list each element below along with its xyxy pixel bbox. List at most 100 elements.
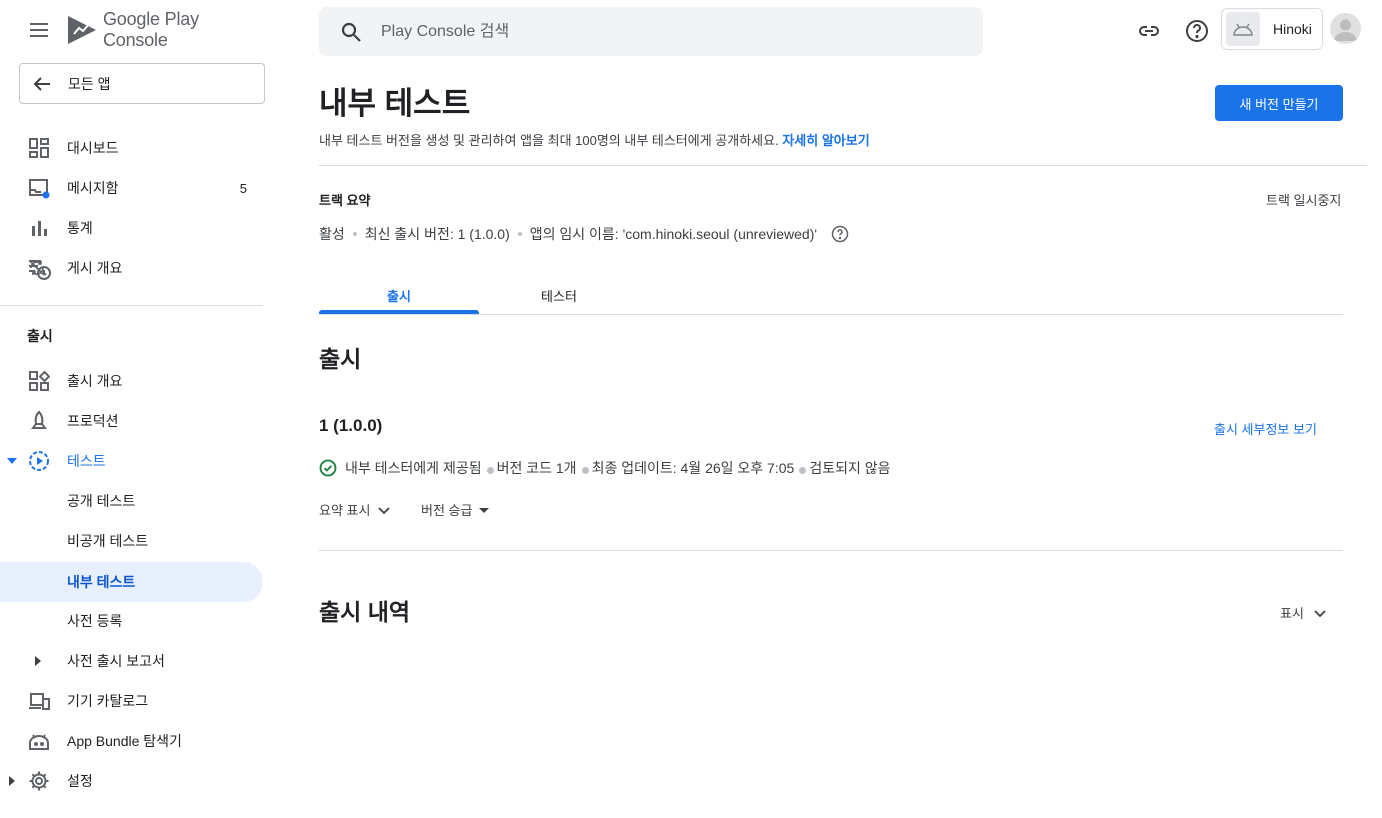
sidebar-item-label: 공개 테스트 xyxy=(67,493,136,509)
help-icon[interactable] xyxy=(1185,19,1209,43)
separator-dot xyxy=(581,466,589,474)
inbox-count-badge: 5 xyxy=(239,180,247,196)
sidebar-item-inbox[interactable]: 메시지함 5 xyxy=(0,168,263,208)
play-console-logo[interactable]: Google Play Console xyxy=(67,9,263,50)
promote-release-label: 버전 승급 xyxy=(421,503,473,518)
search-bar[interactable] xyxy=(319,7,983,56)
header-divider xyxy=(319,165,1367,166)
create-new-release-button[interactable]: 새 버전 만들기 xyxy=(1215,85,1343,121)
app-switcher[interactable]: Hinoki xyxy=(1221,8,1323,50)
logo-google: Google xyxy=(103,9,160,29)
separator-dot xyxy=(352,232,357,236)
release-version-codes: 버전 코드 1개 xyxy=(496,460,577,476)
android-app-icon xyxy=(1226,12,1260,46)
logo-text: Google Play Console xyxy=(103,9,263,51)
play-console-logo-icon xyxy=(67,14,97,46)
link-icon[interactable] xyxy=(1137,19,1161,43)
check-circle-icon xyxy=(319,459,337,477)
caret-right-icon xyxy=(32,655,44,667)
app-bundle-icon xyxy=(28,730,50,752)
inbox-icon xyxy=(28,177,50,199)
show-summary-label: 요약 표시 xyxy=(319,503,371,518)
separator-dot xyxy=(517,232,522,236)
tab-testers[interactable]: 테스터 xyxy=(479,286,639,314)
sidebar-item-label: 출시 개요 xyxy=(67,373,123,389)
release-last-update: 최종 업데이트: 4월 26일 오후 7:05 xyxy=(591,460,795,476)
release-review-status: 검토되지 않음 xyxy=(809,460,891,476)
release-version: 1 (1.0.0) xyxy=(319,416,383,435)
sidebar-item-label: 테스트 xyxy=(67,453,106,469)
sidebar-item-label: 메시지함 xyxy=(67,180,119,196)
bar-chart-icon xyxy=(28,217,50,239)
all-apps-label: 모든 앱 xyxy=(68,75,111,92)
sidebar-item-pre-registration[interactable]: 사전 등록 xyxy=(0,601,263,641)
sidebar-item-label: 통계 xyxy=(67,220,93,236)
sidebar-item-label: 게시 개요 xyxy=(67,260,123,276)
sidebar-item-statistics[interactable]: 통계 xyxy=(0,208,263,248)
menu-icon[interactable] xyxy=(27,18,51,42)
pause-track-button[interactable]: 트랙 일시중지 xyxy=(1266,190,1341,209)
sidebar-item-label: App Bundle 탐색기 xyxy=(67,733,182,749)
show-release-history-toggle[interactable]: 표시 xyxy=(1280,603,1328,622)
releases-heading: 출시 xyxy=(319,346,362,372)
releases-divider xyxy=(319,550,1343,551)
arrow-back-icon xyxy=(32,74,52,94)
sidebar-item-label: 사전 등록 xyxy=(67,613,123,629)
sidebar-item-label: 프로덕션 xyxy=(67,413,119,429)
track-status: 활성 xyxy=(319,226,345,242)
separator-dot xyxy=(486,466,494,474)
sidebar-item-settings[interactable]: 설정 xyxy=(0,761,263,801)
sidebar-item-publishing-overview[interactable]: 게시 개요 xyxy=(0,248,263,288)
caret-right-icon xyxy=(6,775,18,787)
avatar[interactable] xyxy=(1330,13,1361,44)
dashboard-icon xyxy=(28,137,50,159)
help-icon[interactable] xyxy=(831,225,849,243)
sidebar-item-label: 설정 xyxy=(67,773,93,789)
chevron-down-icon xyxy=(1312,605,1328,621)
page-description: 내부 테스트 버전을 생성 및 관리하여 앱을 최대 100명의 내부 테스터에… xyxy=(319,130,870,149)
release-history-heading: 출시 내역 xyxy=(319,599,411,625)
all-apps-button[interactable]: 모든 앱 xyxy=(19,63,265,104)
sidebar-item-closed-testing[interactable]: 비공개 테스트 xyxy=(0,521,263,561)
separator-dot xyxy=(799,466,807,474)
logo-play: Play xyxy=(164,9,199,29)
search-icon xyxy=(339,20,363,44)
latest-release-version: 최신 출시 버전: 1 (1.0.0) xyxy=(364,226,510,242)
promote-release-dropdown[interactable]: 버전 승급 xyxy=(421,500,490,519)
sidebar-item-production[interactable]: 프로덕션 xyxy=(0,401,263,441)
show-summary-toggle[interactable]: 요약 표시 xyxy=(319,500,392,519)
sidebar-item-open-testing[interactable]: 공개 테스트 xyxy=(0,481,263,521)
sidebar-section-release: 출시 xyxy=(27,328,53,344)
sidebar-item-label: 기기 카탈로그 xyxy=(67,693,149,709)
device-catalog-icon xyxy=(28,690,50,712)
sidebar-item-device-catalog[interactable]: 기기 카탈로그 xyxy=(0,681,263,721)
sidebar-item-testing[interactable]: 테스트 xyxy=(0,441,263,481)
sidebar: Google Play Console 모든 앱 대시보드 메시지함 5 통계 xyxy=(0,0,265,818)
sidebar-item-label: 내부 테스트 xyxy=(67,574,136,590)
app-name: Hinoki xyxy=(1273,21,1312,37)
release-status: 내부 테스터에게 제공됨 버전 코드 1개 최종 업데이트: 4월 26일 오후… xyxy=(319,458,890,478)
release-overview-icon xyxy=(28,370,50,392)
testing-icon xyxy=(28,450,50,472)
production-icon xyxy=(28,410,50,432)
chevron-down-icon xyxy=(376,502,392,518)
sidebar-item-internal-testing[interactable]: 내부 테스트 xyxy=(0,562,263,602)
sidebar-item-dashboard[interactable]: 대시보드 xyxy=(0,128,263,168)
sidebar-item-label: 비공개 테스트 xyxy=(67,533,149,549)
logo-console: Console xyxy=(103,30,168,50)
sidebar-item-app-bundle-explorer[interactable]: App Bundle 탐색기 xyxy=(0,721,263,761)
sidebar-item-release-overview[interactable]: 출시 개요 xyxy=(0,361,263,401)
sidebar-item-pre-launch-report[interactable]: 사전 출시 보고서 xyxy=(0,641,263,681)
caret-down-icon xyxy=(478,504,490,516)
track-summary-title: 트랙 요약 xyxy=(319,193,371,208)
settings-icon xyxy=(28,770,50,792)
tabs-divider xyxy=(319,314,1343,315)
view-release-details-link[interactable]: 출시 세부정보 보기 xyxy=(1214,419,1317,438)
show-history-label: 표시 xyxy=(1280,606,1304,621)
learn-more-link[interactable]: 자세히 알아보기 xyxy=(782,133,869,148)
track-summary: 활성 최신 출시 버전: 1 (1.0.0) 앱의 임시 이름: 'com.hi… xyxy=(319,224,849,244)
search-input[interactable] xyxy=(381,22,941,41)
page-description-text: 내부 테스트 버전을 생성 및 관리하여 앱을 최대 100명의 내부 테스터에… xyxy=(319,133,779,148)
sidebar-item-label: 대시보드 xyxy=(67,140,119,156)
page-title: 내부 테스트 xyxy=(319,86,471,121)
